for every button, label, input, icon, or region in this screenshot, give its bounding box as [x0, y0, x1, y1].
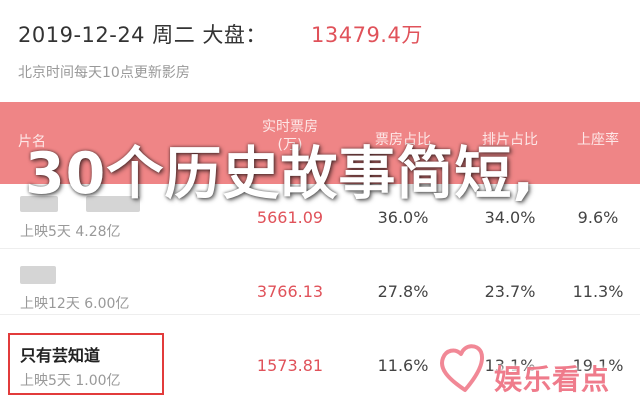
watermark-text: 娱乐看点 — [494, 363, 611, 396]
occupancy-value: 9.6% — [577, 208, 619, 227]
total-box-office: 13479.4万 — [311, 23, 423, 47]
app-header: 2019-12-24 周二 大盘： 13479.4万 北京时间每天10点更新影房 — [0, 0, 640, 98]
occupancy-value: 11.3% — [572, 282, 624, 301]
screening-share-value: 34.0% — [484, 208, 536, 227]
box-office-value: 3766.13 — [256, 282, 324, 301]
movie-meta: 上映12天 6.00亿 — [20, 296, 130, 312]
box-share-value: 27.8% — [377, 282, 429, 301]
box-office-value: 5661.09 — [256, 208, 324, 227]
table-row[interactable]: 上映12天 6.00亿 3766.13 27.8% 23.7% 11.3% — [0, 250, 640, 315]
date-label: 2019-12-24 周二 大盘： — [18, 23, 267, 47]
box-share-value: 36.0% — [377, 208, 429, 227]
overlay-headline: 30个历史故事简短, — [25, 141, 535, 207]
box-office-value: 1573.81 — [256, 356, 324, 375]
movie-meta: 上映5天 4.28亿 — [20, 224, 121, 240]
screening-share-value: 23.7% — [484, 282, 536, 301]
update-note: 北京时间每天10点更新影房 — [18, 65, 190, 81]
column-header-box-label: 实时票房 — [262, 119, 318, 135]
highlight-box — [8, 333, 164, 395]
blurred-title — [20, 266, 56, 284]
